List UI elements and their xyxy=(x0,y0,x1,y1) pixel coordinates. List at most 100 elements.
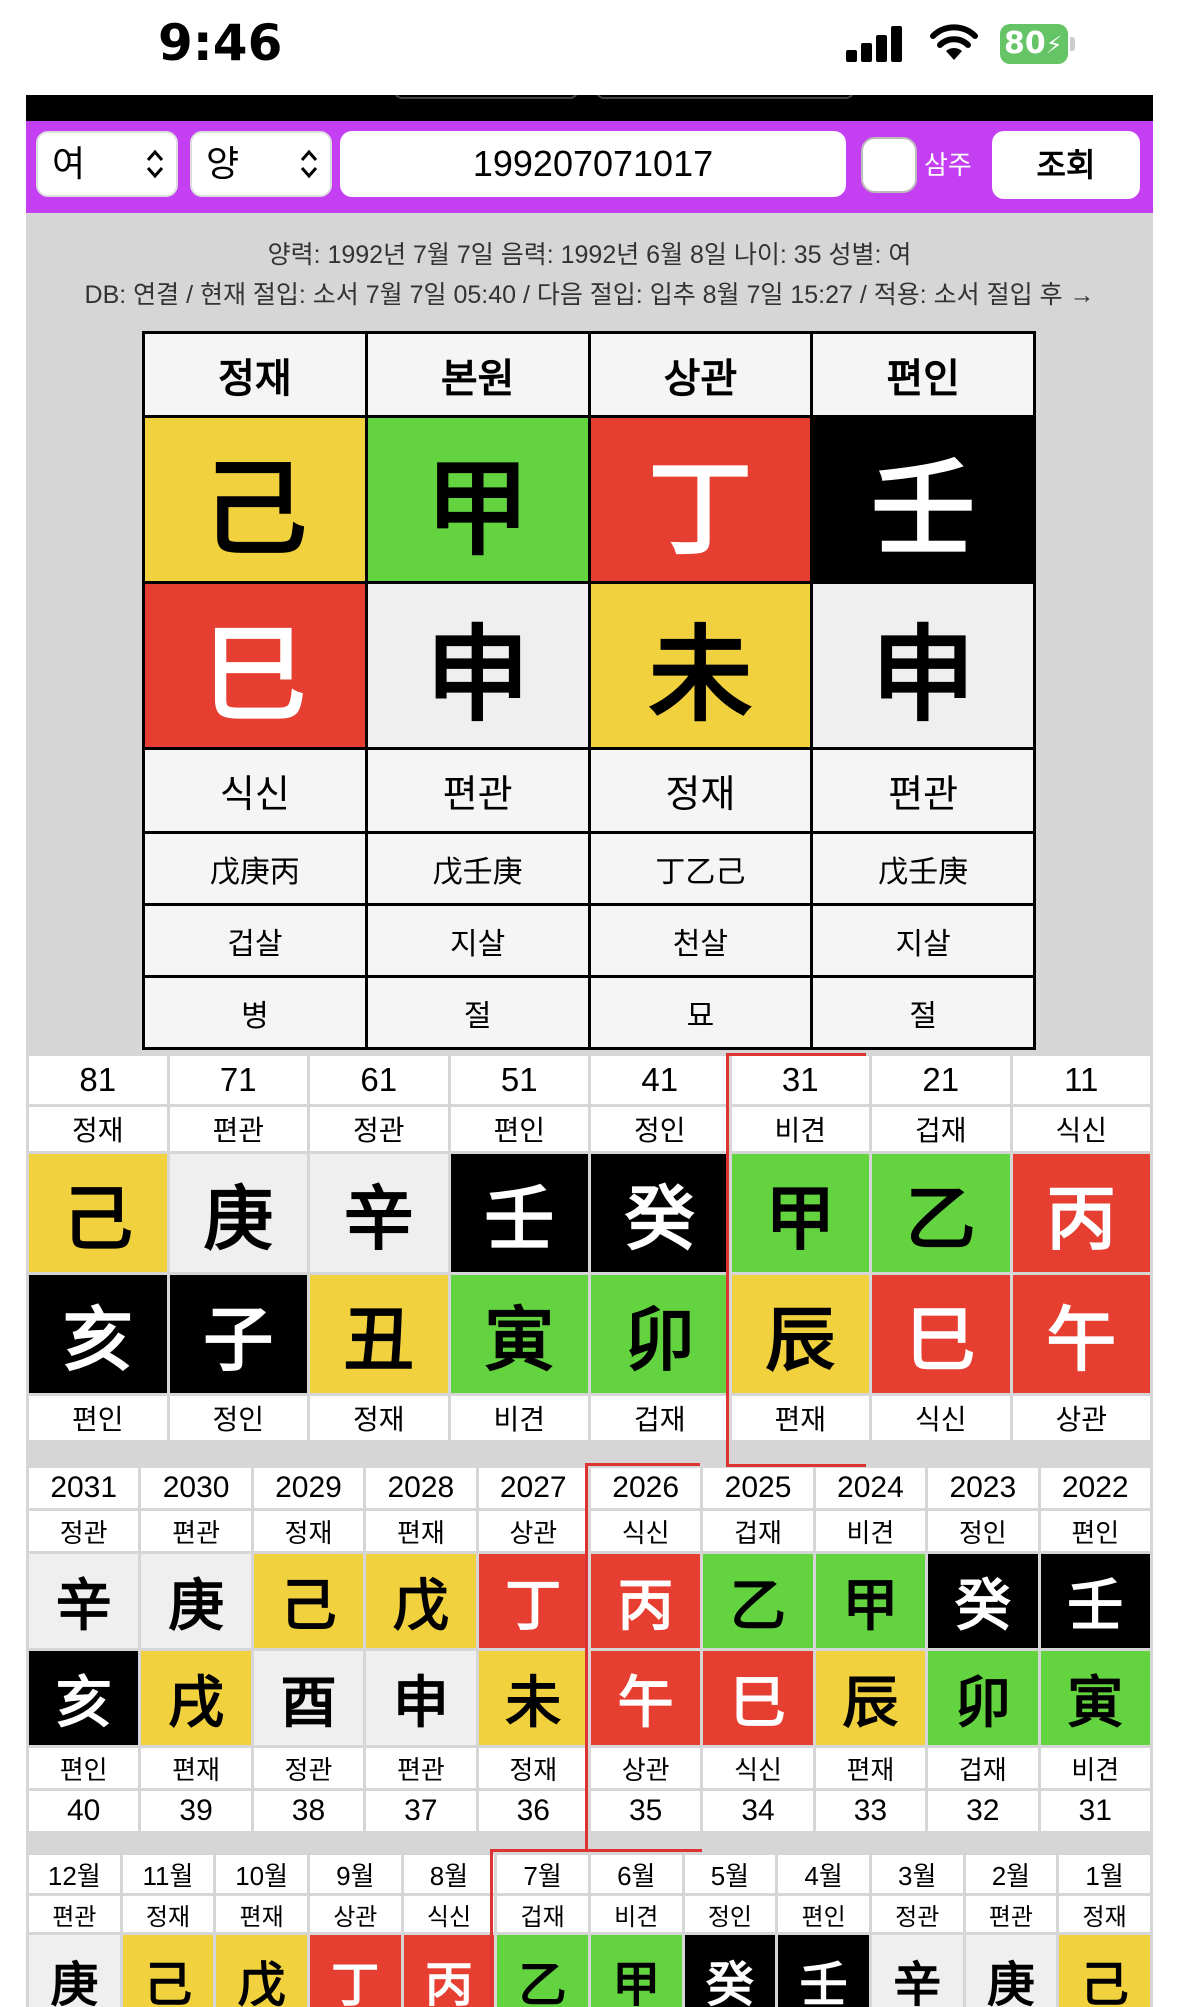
pillar-hidden-stems: 丁乙己 xyxy=(587,831,814,906)
year-label: 2025 xyxy=(703,1468,813,1508)
daeyun-branch: 巳 xyxy=(872,1275,1010,1393)
year-branch: 巳 xyxy=(703,1651,813,1745)
pillar-ten-god-bottom: 편관 xyxy=(364,747,591,834)
year-ten-god-top: 식신 xyxy=(590,1511,701,1551)
cellular-signal-icon xyxy=(846,26,904,62)
month-ten-god-top: 상관 xyxy=(309,1896,401,1932)
month-stem: 己 xyxy=(1059,1935,1150,2007)
year-branch: 午 xyxy=(590,1651,701,1745)
year-ten-god-bottom: 편재 xyxy=(141,1748,251,1788)
year-ten-god-bottom: 편재 xyxy=(815,1748,926,1788)
daeyun-age: 41 xyxy=(591,1056,729,1104)
month-ten-god-top: 정재 xyxy=(1059,1896,1150,1932)
battery-icon: 80⚡ xyxy=(1000,24,1068,64)
yinyang-select[interactable]: 양 xyxy=(190,131,332,197)
year-branch: 卯 xyxy=(928,1651,1038,1745)
year-ten-god-bottom: 상관 xyxy=(590,1748,701,1788)
year-ten-god-top: 편관 xyxy=(141,1511,251,1551)
month-ten-god-top: 편관 xyxy=(29,1896,120,1932)
pillar-shinsal: 겁살 xyxy=(142,903,368,978)
month-label: 3월 xyxy=(871,1855,963,1893)
year-ten-god-bottom: 겁재 xyxy=(928,1748,1038,1788)
year-age: 38 xyxy=(253,1791,364,1831)
year-stem: 戊 xyxy=(366,1554,476,1648)
birth-datetime-input[interactable]: 199207071017 xyxy=(340,131,846,197)
daeyun-ten-god-top: 편관 xyxy=(169,1107,307,1151)
gender-select[interactable]: 여 xyxy=(36,131,178,197)
yinyang-select-value: 양 xyxy=(206,143,240,184)
year-label: 2028 xyxy=(366,1468,476,1508)
daeyun-ten-god-bottom: 편인 xyxy=(29,1396,167,1440)
month-label: 8월 xyxy=(403,1855,495,1893)
daeyun-stem: 辛 xyxy=(310,1154,448,1272)
daeyun-stem: 癸 xyxy=(591,1154,729,1272)
month-stem: 乙 xyxy=(497,1935,588,2007)
year-age: 37 xyxy=(366,1791,476,1831)
year-ten-god-bottom: 정재 xyxy=(478,1748,588,1788)
daeyun-ten-god-bottom: 비견 xyxy=(450,1396,588,1440)
pillar-ten-god-top: 상관 xyxy=(587,331,814,418)
pillar-stem: 己 xyxy=(142,415,368,584)
status-bar: 9:46 80⚡ xyxy=(0,0,1179,95)
year-ten-god-top: 상관 xyxy=(478,1511,588,1551)
year-age: 34 xyxy=(703,1791,813,1831)
year-age: 32 xyxy=(928,1791,1038,1831)
month-stem: 戊 xyxy=(216,1935,307,2007)
year-ten-god-top: 편인 xyxy=(1040,1511,1150,1551)
year-label: 2030 xyxy=(141,1468,251,1508)
search-button[interactable]: 조회 xyxy=(992,131,1140,199)
daeyun-age: 21 xyxy=(872,1056,1010,1104)
month-stem: 庚 xyxy=(965,1935,1057,2007)
pillar-branch: 申 xyxy=(810,581,1036,750)
daeyun-stem: 庚 xyxy=(169,1154,307,1272)
month-ten-god-top: 비견 xyxy=(590,1896,682,1932)
info-line-2: DB: 연결 / 현재 절입: 소서 7월 7일 05:40 / 다음 절입: … xyxy=(84,281,1095,309)
year-ten-god-bottom: 편관 xyxy=(366,1748,476,1788)
current-daeyun-marker-bottom xyxy=(726,1464,866,1467)
current-year-marker xyxy=(585,1463,588,1851)
pillar-ten-god-bottom: 편관 xyxy=(810,747,1036,834)
daeyun-branch: 卯 xyxy=(591,1275,729,1393)
month-ten-god-top: 편관 xyxy=(965,1896,1057,1932)
daeyun-branch: 午 xyxy=(1012,1275,1150,1393)
year-branch: 酉 xyxy=(253,1651,364,1745)
year-label: 2029 xyxy=(253,1468,364,1508)
month-label: 5월 xyxy=(684,1855,776,1893)
year-stem: 丙 xyxy=(590,1554,701,1648)
monthly-table: 12월 11월 10월 9월 8월 7월 6월 5월 4월 3월 2월 1월 편관 정재 편재 상관 식신 겁재 비… xyxy=(26,1852,1153,2007)
daeyun-ten-god-top: 겁재 xyxy=(872,1107,1010,1151)
year-branch: 亥 xyxy=(29,1651,139,1745)
month-ten-god-top: 겁재 xyxy=(497,1896,588,1932)
saju-checkbox-label: 삼주 xyxy=(924,150,972,180)
pillar-stem: 甲 xyxy=(364,415,591,584)
month-label: 1월 xyxy=(1059,1855,1150,1893)
current-daeyun-marker xyxy=(726,1053,729,1467)
month-label: 6월 xyxy=(590,1855,682,1893)
year-stem: 己 xyxy=(253,1554,364,1648)
month-label: 7월 xyxy=(497,1855,588,1893)
top-toolbar xyxy=(26,95,1153,121)
daeyun-stem: 壬 xyxy=(450,1154,588,1272)
daeyun-ten-god-top: 정인 xyxy=(591,1107,729,1151)
year-age: 39 xyxy=(141,1791,251,1831)
year-label: 2022 xyxy=(1040,1468,1150,1508)
pillar-ten-god-bottom: 식신 xyxy=(142,747,368,834)
control-bar: 여 양 199207071017 삼주 조회 xyxy=(26,121,1153,213)
pillar-ten-god-top: 본원 xyxy=(364,331,591,418)
daeyun-age: 11 xyxy=(1012,1056,1150,1104)
month-label: 12월 xyxy=(29,1855,120,1893)
saju-checkbox[interactable] xyxy=(861,137,917,193)
month-stem: 辛 xyxy=(871,1935,963,2007)
app-container: 여 양 199207071017 삼주 조회 양력: 1992년 7월 7일 음… xyxy=(26,95,1153,2007)
info-line-1: 양력: 1992년 7월 7일 음력: 1992년 6월 8일 나이: 35 성… xyxy=(267,241,912,269)
year-stem: 辛 xyxy=(29,1554,139,1648)
year-ten-god-top: 정관 xyxy=(29,1511,139,1551)
pillar-ten-god-top: 정재 xyxy=(142,331,368,418)
month-ten-god-top: 식신 xyxy=(403,1896,495,1932)
daeyun-ten-god-top: 식신 xyxy=(1012,1107,1150,1151)
month-label: 9월 xyxy=(309,1855,401,1893)
daeyun-branch: 辰 xyxy=(731,1275,869,1393)
pillar-hidden-stems: 戊壬庚 xyxy=(364,831,591,906)
pillar-ten-god-bottom: 정재 xyxy=(587,747,814,834)
pillar-branch: 申 xyxy=(364,581,591,750)
